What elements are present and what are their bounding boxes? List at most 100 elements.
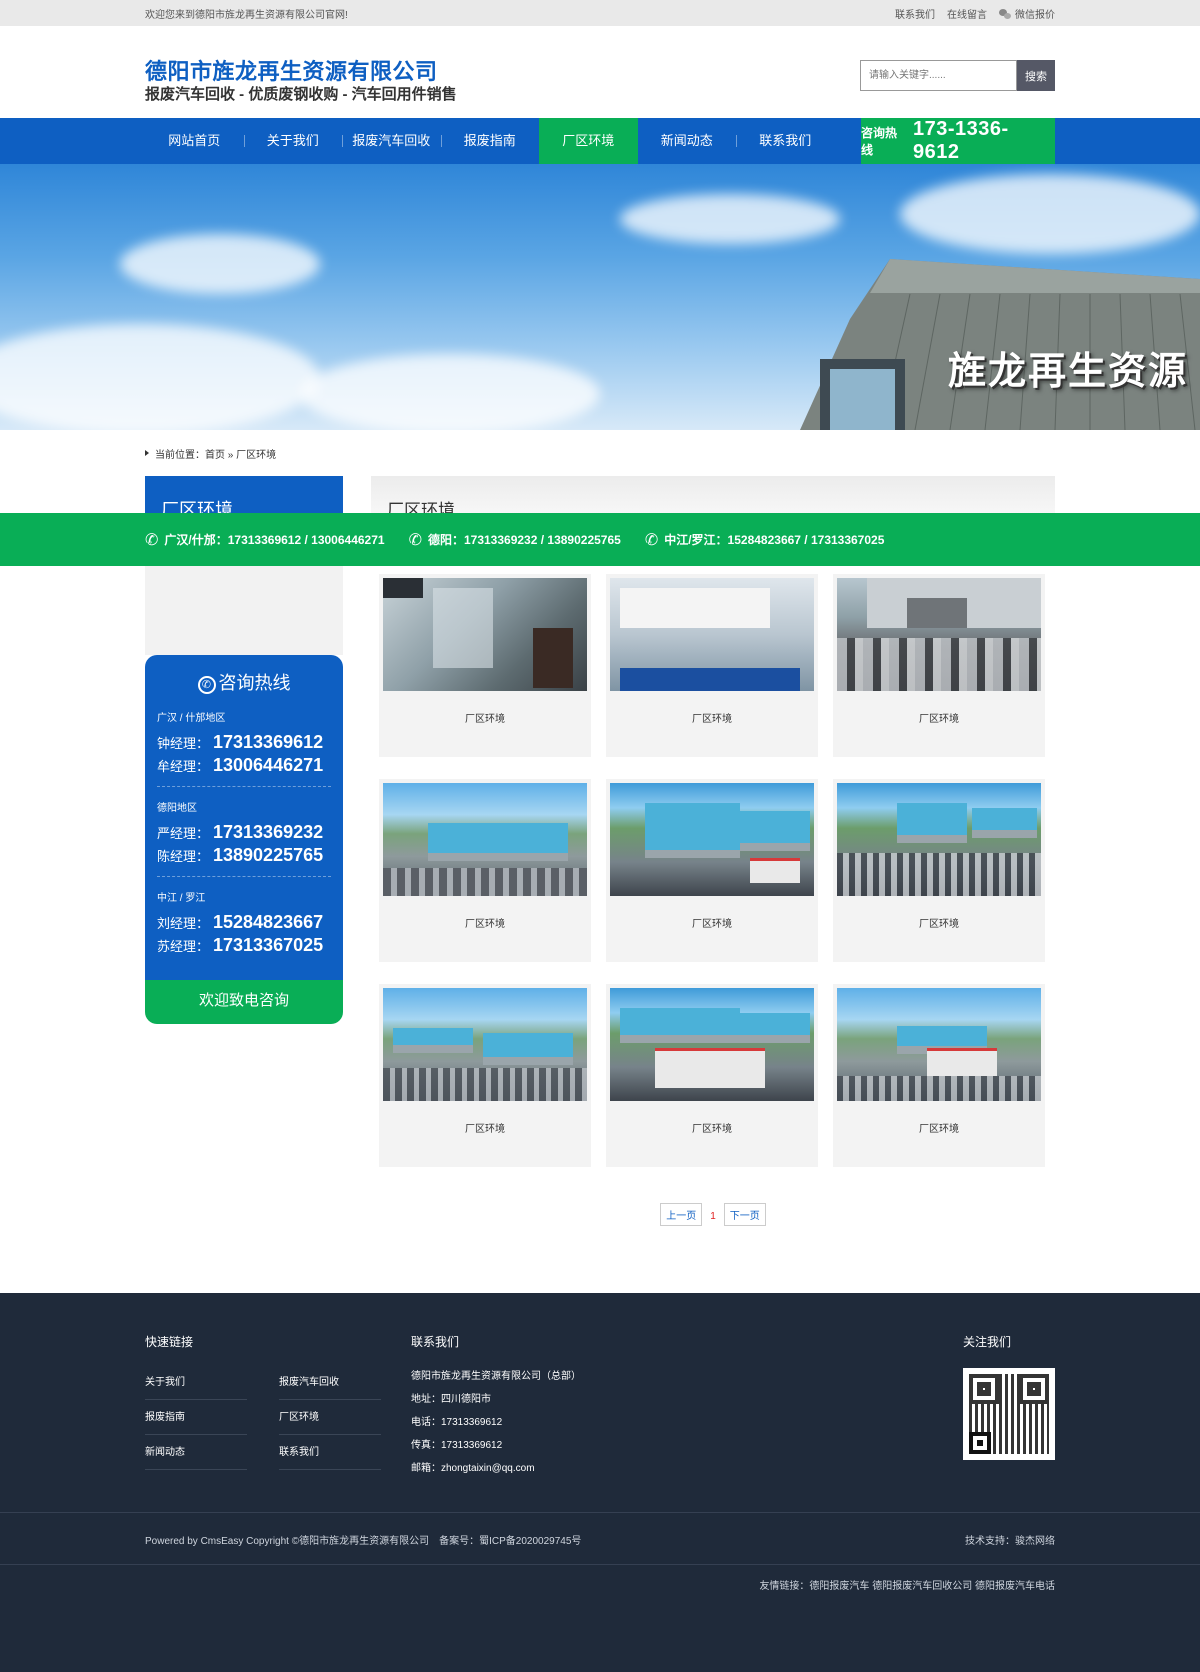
gallery-image[interactable] — [837, 988, 1041, 1101]
footer-contact-info: 德阳市旌龙再生资源有限公司（总部） 地址：四川德阳市 电话：1731336961… — [411, 1365, 581, 1480]
contact-row: 钟经理： 17313369612 — [157, 732, 331, 753]
gallery-card[interactable]: 厂区环境 — [833, 984, 1045, 1167]
gallery-image[interactable] — [837, 578, 1041, 691]
company-name[interactable]: 德阳市旌龙再生资源有限公司 — [145, 54, 438, 86]
gallery-card[interactable]: 厂区环境 — [379, 779, 591, 962]
footer-contact-line: 电话：17313369612 — [411, 1417, 503, 1428]
gallery-card[interactable]: 厂区环境 — [606, 574, 818, 757]
search-box: 搜索 — [860, 60, 1055, 91]
contact-row: 牟经理： 13006446271 — [157, 755, 331, 776]
main-area: 厂区环境 ✆ 咨询热线 广汉 / 什邡地区 钟经理： 17313369612 牟经理… — [0, 476, 1200, 1226]
gallery-caption[interactable]: 厂区环境 — [610, 710, 814, 725]
contact-row: 苏经理： 17313367025 — [157, 935, 331, 956]
gallery-image[interactable] — [610, 578, 814, 691]
contact-row: 陈经理： 13890225765 — [157, 845, 331, 866]
gallery-image[interactable] — [837, 783, 1041, 896]
qr-code-corner — [969, 1432, 991, 1454]
contact-panel-title-text: 咨询热线 — [218, 673, 291, 693]
nav-hotline: 咨询热线 173-1336-9612 — [861, 118, 1055, 164]
region-name: 中江 / 罗江 — [157, 893, 206, 904]
contact-phone[interactable]: 15284823667 — [213, 912, 323, 933]
top-bar: 欢迎您来到德阳市旌龙再生资源有限公司官网! 联系我们 在线留言 微信报价 — [0, 0, 1200, 26]
top-link-message[interactable]: 在线留言 — [947, 6, 987, 21]
footer-link-car-recycling[interactable]: 报废汽车回收 — [279, 1365, 381, 1400]
float-contact-text: 中江/罗江：15284823667 / 17313367025 — [664, 533, 885, 547]
header: 德阳市旌龙再生资源有限公司 报废汽车回收 - 优质废钢收购 - 汽车回用件销售 … — [0, 26, 1200, 118]
contact-name: 苏经理： — [157, 939, 210, 954]
contact-phone[interactable]: 13890225765 — [213, 845, 323, 866]
contact-name: 陈经理： — [157, 849, 210, 864]
footer-follow-title: 关注我们 — [962, 1335, 1011, 1349]
nav-car-recycling[interactable]: 报废汽车回收 — [342, 118, 441, 164]
top-link-wechat[interactable]: 微信报价 — [999, 6, 1055, 21]
nav-home[interactable]: 网站首页 — [145, 118, 244, 164]
footer-link-contact[interactable]: 联系我们 — [279, 1435, 381, 1470]
gallery-grid: 厂区环境 厂区环境 厂区环境 厂区环境 厂区环境 厂区环境 厂区环境 厂区环境 … — [371, 514, 1055, 1167]
gallery-card[interactable]: 厂区环境 — [379, 984, 591, 1167]
float-contact-text: 广汉/什邡：17313369612 / 13006446271 — [164, 533, 385, 547]
gallery-caption[interactable]: 厂区环境 — [837, 915, 1041, 930]
contact-row: 刘经理： 15284823667 — [157, 912, 331, 933]
gallery-image[interactable] — [383, 783, 587, 896]
contact-panel: ✆ 咨询热线 广汉 / 什邡地区 钟经理： 17313369612 牟经理： 1300… — [145, 655, 343, 980]
gallery-card[interactable]: 厂区环境 — [833, 574, 1045, 757]
gallery-card[interactable]: 厂区环境 — [833, 779, 1045, 962]
footer-friend-links[interactable]: 友情链接：德阳报废汽车 德阳报废汽车回收公司 德阳报废汽车电话 — [759, 1581, 1055, 1592]
footer-tech-support[interactable]: 技术支持：骏杰网络 — [965, 1532, 1055, 1547]
next-page-button[interactable]: 下一页 — [723, 1203, 766, 1226]
banner: 旌龙再生资源 — [0, 164, 1200, 430]
phone-icon: ✆ — [644, 531, 659, 549]
gallery-card[interactable]: 厂区环境 — [379, 574, 591, 757]
contact-phone[interactable]: 17313367025 — [213, 935, 323, 956]
top-link-wechat-label: 微信报价 — [1015, 9, 1055, 21]
float-contact-item[interactable]: ✆ 德阳：17313369232 / 13890225765 — [409, 530, 621, 550]
nav-factory[interactable]: 厂区环境 — [539, 118, 638, 164]
nav-about[interactable]: 关于我们 — [243, 118, 343, 164]
footer-link-guide[interactable]: 报废指南 — [145, 1400, 247, 1435]
banner-text: 旌龙再生资源 — [947, 351, 1188, 393]
contact-phone[interactable]: 17313369612 — [213, 732, 323, 753]
float-contact-item[interactable]: ✆ 中江/罗江：15284823667 / 17313367025 — [645, 530, 885, 550]
company-slogan: 报废汽车回收 - 优质废钢收购 - 汽车回用件销售 — [145, 86, 457, 103]
gallery-card[interactable]: 厂区环境 — [606, 984, 818, 1167]
contact-panel-footer[interactable]: 欢迎致电咨询 — [145, 980, 343, 1024]
contact-phone[interactable]: 13006446271 — [213, 755, 323, 776]
footer-link-about[interactable]: 关于我们 — [145, 1365, 247, 1400]
gallery-image[interactable] — [383, 988, 587, 1101]
gallery-caption[interactable]: 厂区环境 — [383, 1120, 587, 1135]
main-nav: 网站首页 关于我们 报废汽车回收 报废指南 厂区环境 新闻动态 联系我们 咨询热… — [0, 118, 1200, 164]
breadcrumb-text[interactable]: 当前位置：首页 » 厂区环境 — [155, 446, 276, 461]
gallery-caption[interactable]: 厂区环境 — [610, 915, 814, 930]
gallery-caption[interactable]: 厂区环境 — [837, 1120, 1041, 1135]
footer-quick-title: 快速链接 — [145, 1335, 194, 1349]
qr-code — [963, 1368, 1055, 1460]
region-name: 广汉 / 什邡地区 — [157, 713, 226, 724]
gallery-caption[interactable]: 厂区环境 — [837, 710, 1041, 725]
search-input[interactable] — [860, 60, 1017, 91]
current-page: 1 — [710, 1211, 716, 1222]
gallery-caption[interactable]: 厂区环境 — [610, 1120, 814, 1135]
float-contact-item[interactable]: ✆ 广汉/什邡：17313369612 / 13006446271 — [145, 530, 385, 550]
footer-contact-line: 德阳市旌龙再生资源有限公司（总部） — [411, 1371, 581, 1382]
floating-contact-bar: ✆ 广汉/什邡：17313369612 / 13006446271 ✆ 德阳：173… — [0, 513, 1200, 566]
gallery-image[interactable] — [383, 578, 587, 691]
pagination: 上一页 1 下一页 — [371, 1203, 1055, 1226]
contact-phone[interactable]: 17313369232 — [213, 822, 323, 843]
contact-name: 严经理： — [157, 826, 210, 841]
gallery-caption[interactable]: 厂区环境 — [383, 710, 587, 725]
top-link-contact[interactable]: 联系我们 — [895, 6, 935, 21]
prev-page-button[interactable]: 上一页 — [660, 1203, 703, 1226]
footer: 快速链接 关于我们 报废汽车回收 报废指南 厂区环境 新闻动态 联系我们 联系我… — [0, 1293, 1200, 1672]
gallery-image[interactable] — [610, 988, 814, 1101]
content-title: 厂区环境 — [371, 476, 1055, 520]
gallery-image[interactable] — [610, 783, 814, 896]
footer-link-factory[interactable]: 厂区环境 — [279, 1400, 381, 1435]
nav-guide[interactable]: 报废指南 — [440, 118, 540, 164]
gallery-card[interactable]: 厂区环境 — [606, 779, 818, 962]
float-contact-text: 德阳：17313369232 / 13890225765 — [427, 533, 621, 547]
nav-news[interactable]: 新闻动态 — [638, 118, 737, 164]
gallery-caption[interactable]: 厂区环境 — [383, 915, 587, 930]
search-button[interactable]: 搜索 — [1017, 60, 1055, 91]
footer-link-news[interactable]: 新闻动态 — [145, 1435, 247, 1470]
nav-contact[interactable]: 联系我们 — [736, 118, 835, 164]
